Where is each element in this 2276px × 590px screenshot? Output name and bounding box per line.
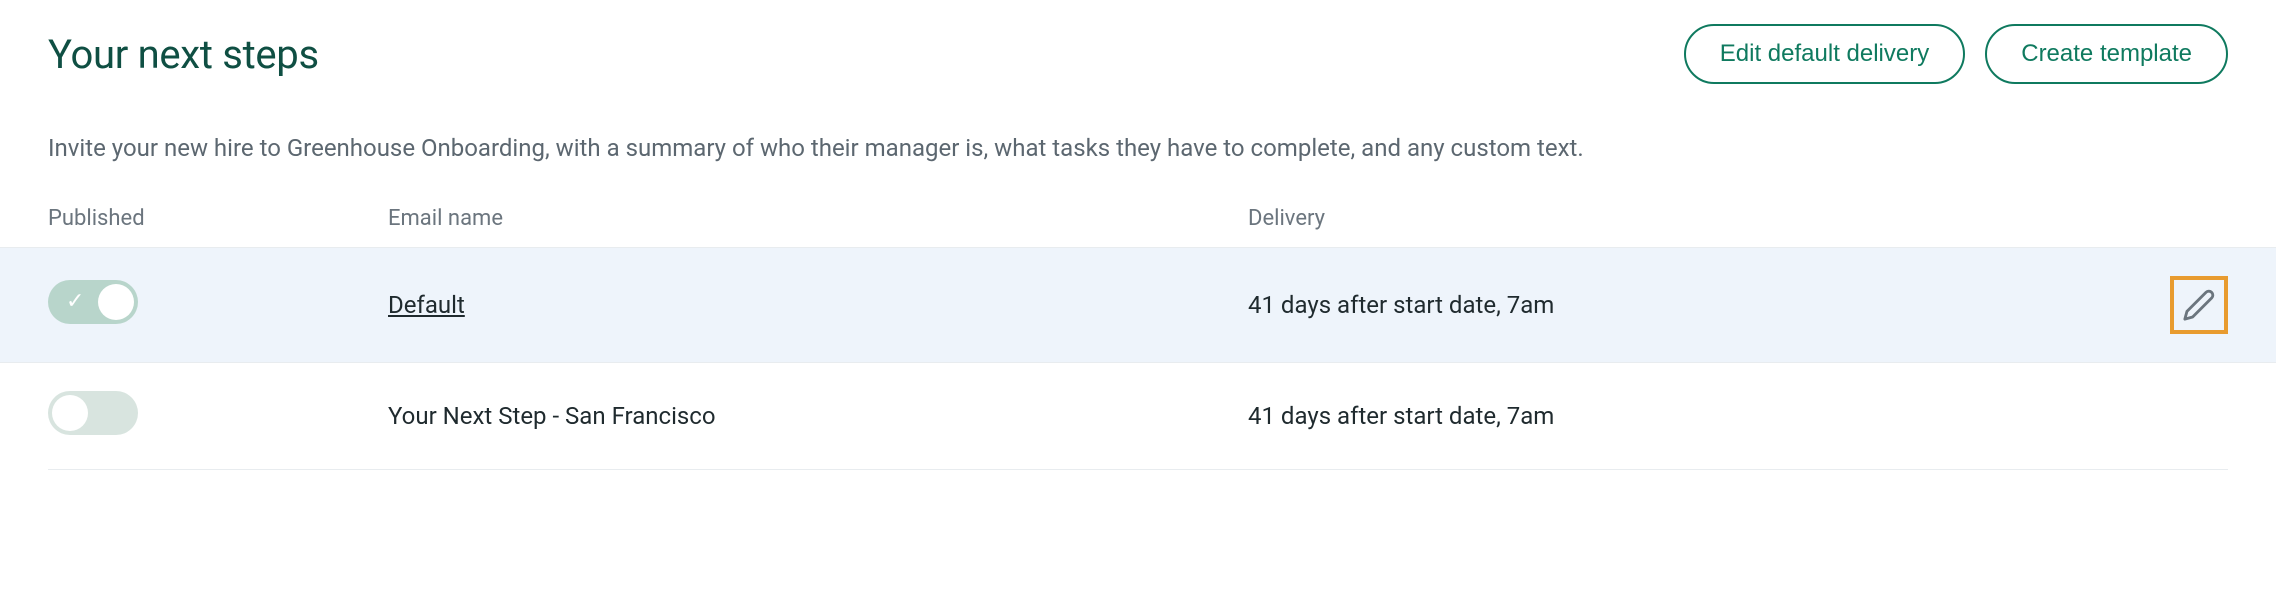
toggle-knob: [52, 395, 88, 431]
cell-delivery: 41 days after start date, 7am: [1248, 402, 2108, 430]
toggle-knob: [98, 284, 134, 320]
cell-published: [48, 391, 388, 441]
cell-action: [2108, 276, 2228, 334]
table-row: ✓ Default 41 days after start date, 7am: [0, 247, 2276, 363]
col-header-delivery: Delivery: [1248, 206, 2108, 231]
cell-delivery: 41 days after start date, 7am: [1248, 291, 2108, 319]
col-header-published: Published: [48, 206, 388, 231]
edit-default-delivery-button[interactable]: Edit default delivery: [1684, 24, 1965, 84]
table-header: Published Email name Delivery: [48, 206, 2228, 247]
pencil-icon: [2182, 288, 2216, 322]
col-header-email-name: Email name: [388, 206, 1248, 231]
templates-table: Published Email name Delivery ✓ Default …: [48, 206, 2228, 470]
cell-published: ✓: [48, 280, 388, 330]
col-header-action: [2108, 206, 2228, 231]
cell-email-name[interactable]: Your Next Step - San Francisco: [388, 402, 1248, 430]
edit-button[interactable]: [2170, 276, 2228, 334]
page-container: Your next steps Edit default delivery Cr…: [0, 0, 2276, 470]
header: Your next steps Edit default delivery Cr…: [48, 24, 2228, 84]
create-template-button[interactable]: Create template: [1985, 24, 2228, 84]
checkmark-icon: ✓: [66, 291, 84, 313]
cell-email-name[interactable]: Default: [388, 291, 1248, 319]
published-toggle[interactable]: [48, 391, 138, 435]
page-title: Your next steps: [48, 31, 319, 78]
header-actions: Edit default delivery Create template: [1684, 24, 2228, 84]
page-description: Invite your new hire to Greenhouse Onboa…: [48, 132, 2228, 166]
published-toggle[interactable]: ✓: [48, 280, 138, 324]
table-row: Your Next Step - San Francisco 41 days a…: [48, 363, 2228, 470]
